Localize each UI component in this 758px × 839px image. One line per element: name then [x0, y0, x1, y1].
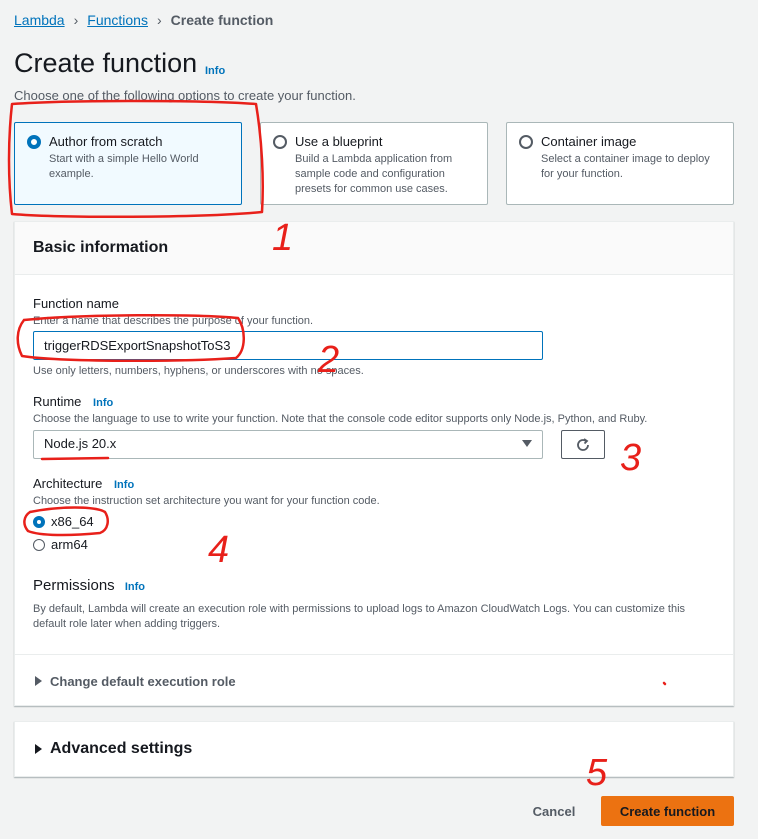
create-function-button[interactable]: Create function	[601, 796, 734, 826]
function-name-desc: Enter a name that describes the purpose …	[33, 315, 314, 327]
option-desc: Select a container image to deploy for y…	[541, 153, 710, 180]
option-title: Use a blueprint	[295, 134, 383, 149]
panel-title: Basic information	[33, 239, 169, 256]
option-desc: Start with a simple Hello World example.	[49, 153, 199, 180]
function-name-label: Function name	[33, 296, 119, 311]
permissions-desc: By default, Lambda will create an execut…	[33, 603, 686, 630]
runtime-value: Node.js 20.x	[44, 436, 117, 451]
option-author-from-scratch[interactable]: Author from scratch Start with a simple …	[14, 122, 242, 205]
function-name-input[interactable]	[33, 331, 543, 360]
architecture-option-label: x86_64	[51, 514, 94, 529]
radio-icon[interactable]	[273, 135, 287, 149]
option-use-blueprint[interactable]: Use a blueprint Build a Lambda applicati…	[260, 122, 488, 205]
refresh-icon	[577, 437, 589, 451]
caret-right-icon	[35, 676, 42, 686]
refresh-button[interactable]	[561, 430, 605, 459]
option-title: Author from scratch	[49, 134, 163, 149]
breadcrumb-current: Create function	[170, 12, 274, 28]
architecture-info-link[interactable]: Info	[114, 479, 134, 491]
permissions-title: Permissions Info	[33, 577, 145, 594]
chevron-right-icon: ›	[73, 12, 79, 28]
breadcrumb-functions[interactable]: Functions	[87, 12, 148, 28]
caret-right-icon	[35, 744, 42, 754]
breadcrumb-lambda[interactable]: Lambda	[14, 12, 65, 28]
basic-information-panel: Basic information Function name Enter a …	[14, 221, 734, 706]
runtime-select[interactable]: Node.js 20.x	[33, 430, 543, 459]
runtime-label: Runtime Info	[33, 394, 113, 409]
breadcrumb: Lambda › Functions › Create function	[14, 12, 273, 28]
architecture-option-x86[interactable]: x86_64	[33, 514, 94, 529]
architecture-label: Architecture Info	[33, 476, 134, 491]
radio-icon[interactable]	[519, 135, 533, 149]
architecture-label-text: Architecture	[33, 476, 103, 491]
advanced-settings-label: Advanced settings	[50, 740, 193, 757]
advanced-settings-expander[interactable]: Advanced settings	[14, 721, 734, 777]
runtime-label-text: Runtime	[33, 394, 82, 409]
radio-icon[interactable]	[33, 538, 45, 551]
option-title: Container image	[541, 134, 637, 149]
radio-selected-icon[interactable]	[27, 135, 41, 149]
runtime-info-link[interactable]: Info	[93, 397, 113, 409]
architecture-desc: Choose the instruction set architecture …	[33, 495, 380, 507]
info-link[interactable]: Info	[205, 65, 225, 77]
expander-label: Change default execution role	[50, 673, 236, 689]
function-name-constraint: Use only letters, numbers, hyphens, or u…	[33, 365, 364, 377]
permissions-title-text: Permissions	[33, 577, 115, 594]
architecture-option-label: arm64	[51, 537, 88, 552]
radio-selected-icon[interactable]	[33, 515, 45, 528]
page-title: Create function	[14, 48, 198, 78]
change-execution-role-expander[interactable]: Change default execution role	[15, 654, 733, 707]
architecture-option-arm64[interactable]: arm64	[33, 537, 88, 552]
chevron-right-icon: ›	[156, 12, 162, 28]
cancel-button[interactable]: Cancel	[520, 797, 588, 825]
option-desc: Build a Lambda application from sample c…	[295, 153, 453, 195]
permissions-info-link[interactable]: Info	[125, 581, 145, 593]
page-subtitle: Choose one of the following options to c…	[14, 88, 356, 103]
runtime-desc: Choose the language to use to write your…	[33, 413, 648, 425]
option-container-image[interactable]: Container image Select a container image…	[506, 122, 734, 205]
caret-down-icon	[522, 440, 532, 447]
panel-header: Basic information	[15, 222, 733, 275]
